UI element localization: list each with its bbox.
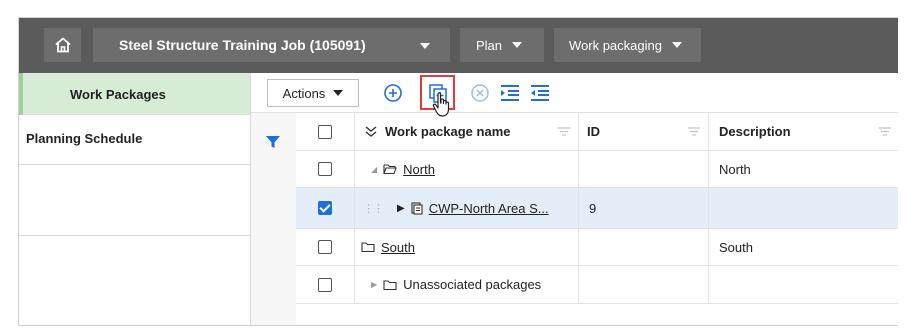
actions-label: Actions (282, 85, 326, 101)
collapse-arrow-icon[interactable]: ◢ (371, 165, 377, 174)
home-icon (54, 37, 71, 53)
remove-circle-icon[interactable] (469, 82, 491, 104)
name-cell: ◢ North (355, 151, 579, 187)
table-row[interactable]: ▶ Unassociated packages (296, 266, 898, 304)
chevron-down-icon (671, 42, 682, 48)
row-checkbox-cell (296, 229, 355, 265)
row-checkbox[interactable] (318, 277, 332, 292)
column-menu-icon[interactable] (688, 127, 700, 136)
id-cell (579, 229, 709, 265)
app-window: Steel Structure Training Job (105091) Pl… (18, 17, 898, 326)
folder-icon (383, 279, 397, 290)
select-all-checkbox[interactable] (318, 124, 332, 139)
name-cell: ▶ Unassociated packages (355, 266, 579, 303)
filter-icon[interactable] (266, 135, 280, 149)
package-link[interactable]: CWP-North Area S... (429, 201, 549, 216)
package-link[interactable]: South (381, 240, 415, 255)
expand-arrow-icon[interactable]: ▶ (371, 280, 377, 289)
filter-column (251, 113, 296, 325)
description-value: North (719, 161, 751, 177)
chevron-down-icon (333, 90, 344, 96)
description-value: South (719, 239, 753, 255)
row-checkbox-cell (296, 188, 355, 228)
id-cell (579, 266, 709, 303)
column-label: Work package name (385, 124, 511, 139)
id-cell: 9 (579, 188, 709, 228)
row-checkbox[interactable] (318, 162, 332, 176)
column-label: Description (719, 124, 791, 139)
row-checkbox-cell (296, 151, 355, 187)
sidebar: Work Packages Planning Schedule (19, 73, 251, 325)
package-label[interactable]: Unassociated packages (403, 277, 541, 292)
id-value: 9 (589, 200, 597, 216)
description-cell: North (709, 151, 898, 187)
folder-open-icon (383, 164, 397, 175)
package-link[interactable]: North (403, 162, 435, 177)
folder-icon (361, 242, 375, 253)
indent-icon[interactable] (499, 82, 521, 104)
home-button[interactable] (44, 28, 81, 62)
job-title: Steel Structure Training Job (105091) (119, 37, 366, 53)
collapse-all-icon[interactable] (365, 125, 377, 138)
description-cell (709, 188, 898, 228)
column-header-id[interactable]: ID (579, 113, 709, 150)
row-checkbox[interactable] (318, 240, 332, 254)
chevron-down-icon (512, 42, 523, 48)
actions-button[interactable]: Actions (267, 79, 359, 107)
description-cell: South (709, 229, 898, 265)
name-cell: South (355, 229, 579, 265)
name-cell: ⋮⋮ ▶ CWP-North Area S... (355, 188, 579, 228)
column-menu-icon[interactable] (879, 127, 891, 136)
column-header-description[interactable]: Description (709, 113, 898, 150)
document-icon (411, 201, 423, 215)
drag-handle-icon[interactable]: ⋮⋮ (363, 202, 384, 215)
sidebar-item-label: Work Packages (70, 86, 166, 102)
column-label: ID (587, 124, 600, 139)
sidebar-item-work-packages[interactable]: Work Packages (19, 73, 250, 115)
outdent-icon[interactable] (529, 82, 551, 104)
description-cell (709, 266, 898, 303)
id-cell (579, 151, 709, 187)
add-circle-icon[interactable] (382, 82, 404, 104)
toolbar: Actions (251, 73, 898, 117)
column-header-name[interactable]: Work package name (355, 113, 579, 150)
header-checkbox-cell (296, 113, 355, 150)
chevron-down-icon (420, 43, 430, 49)
section-label: Work packaging (569, 37, 662, 53)
row-checkbox[interactable] (318, 201, 332, 215)
sidebar-item-planning-schedule[interactable]: Planning Schedule (19, 115, 250, 165)
row-checkbox-cell (296, 266, 355, 303)
sidebar-divider (19, 235, 250, 236)
section-dropdown[interactable]: Work packaging (554, 28, 701, 62)
expand-arrow-icon[interactable]: ▶ (397, 203, 405, 214)
plan-label: Plan (476, 37, 503, 53)
grid-header-row: Work package name ID Description (296, 113, 898, 151)
table-row[interactable]: ⋮⋮ ▶ CWP-North Area S... 9 (296, 188, 898, 229)
table-row[interactable]: ◢ North North (296, 151, 898, 188)
column-menu-icon[interactable] (558, 127, 570, 136)
table-row[interactable]: South South (296, 229, 898, 266)
top-bar: Steel Structure Training Job (105091) Pl… (19, 18, 898, 73)
plan-dropdown[interactable]: Plan (460, 28, 544, 62)
sidebar-item-label: Planning Schedule (26, 131, 143, 146)
job-selector[interactable]: Steel Structure Training Job (105091) (93, 28, 450, 62)
